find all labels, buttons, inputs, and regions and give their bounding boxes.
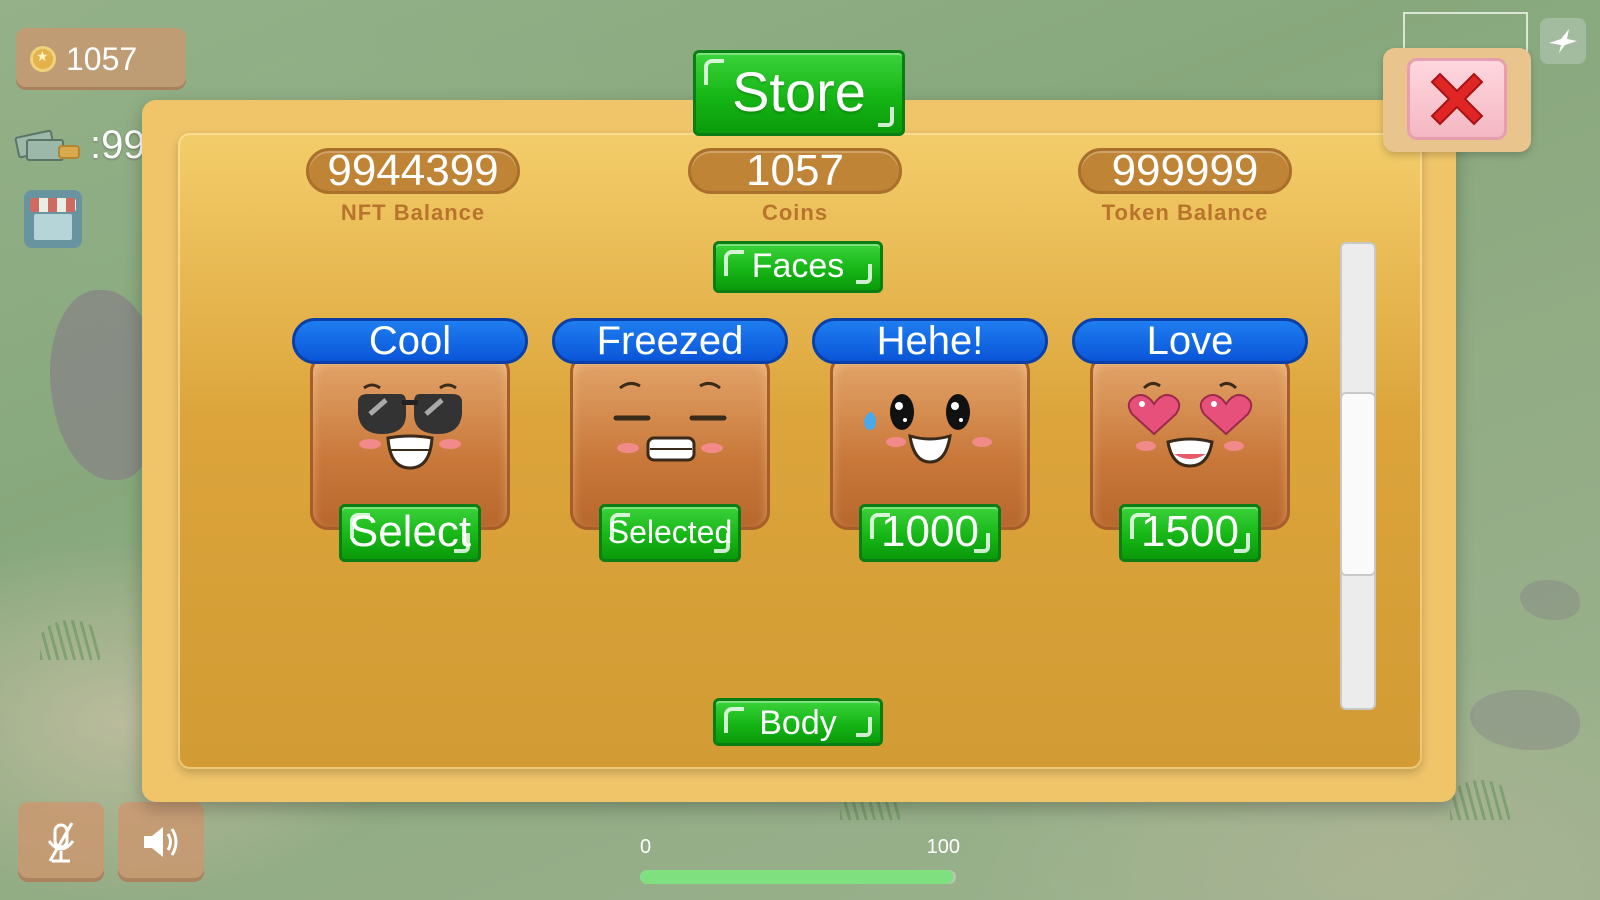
nft-balance: 9944399 NFT Balance xyxy=(306,148,520,226)
nft-balance-label: NFT Balance xyxy=(340,200,486,225)
token-balance-value: 999999 xyxy=(1078,148,1292,194)
hud-coin-value: 1057 xyxy=(66,40,138,77)
face-card-hehe: Hehe! 1000 xyxy=(812,318,1048,564)
face-card-freezed: Freezed Selected xyxy=(552,318,788,564)
face-card-action-button[interactable]: Select xyxy=(339,504,481,562)
face-card-cool: Cool Select xyxy=(292,318,528,564)
progress-min-label: 0 xyxy=(640,836,652,858)
bird-icon[interactable] xyxy=(1540,18,1586,64)
hud-token-counter: :99 xyxy=(14,122,146,168)
face-card-love: Love 1500 xyxy=(1072,318,1308,564)
mic-off-icon xyxy=(47,822,75,863)
speaker-icon xyxy=(144,827,178,857)
token-balance: 999999 Token Balance xyxy=(1078,148,1292,226)
face-card-action-button[interactable]: Selected xyxy=(599,504,741,562)
scrollbar-thumb[interactable] xyxy=(1340,392,1376,576)
close-icon xyxy=(1430,72,1484,126)
grimace-face-icon xyxy=(613,381,727,462)
rock xyxy=(1520,580,1580,620)
progress-track xyxy=(640,870,956,884)
hud-coin-counter: 1057 xyxy=(16,28,186,90)
face-card-title: Freezed xyxy=(552,318,788,364)
store-scrollbar[interactable] xyxy=(1340,242,1376,710)
cash-stack-icon xyxy=(14,127,82,163)
sunglasses-face-icon xyxy=(358,383,462,470)
store-title: Store xyxy=(693,50,905,136)
progress-bar: 0 100 xyxy=(640,836,960,884)
mic-off-button[interactable] xyxy=(18,802,104,882)
face-card-title: Hehe! xyxy=(812,318,1048,364)
face-card-action-button[interactable]: 1000 xyxy=(859,504,1001,562)
hud-token-value: :99 xyxy=(90,122,146,167)
coins-balance-label: Coins xyxy=(761,200,829,225)
face-card-title: Cool xyxy=(292,318,528,364)
coins-balance: 1057 Coins xyxy=(688,148,902,226)
sound-button[interactable] xyxy=(118,802,204,882)
shop-icon[interactable] xyxy=(24,190,82,248)
face-card-action-button[interactable]: 1500 xyxy=(1119,504,1261,562)
coins-balance-value: 1057 xyxy=(688,148,902,194)
progress-fill xyxy=(640,870,953,884)
grass-tuft xyxy=(40,620,100,660)
close-button[interactable] xyxy=(1407,58,1507,140)
progress-max-label: 100 xyxy=(926,836,960,858)
grass-tuft xyxy=(1450,780,1510,820)
token-balance-label: Token Balance xyxy=(1101,200,1269,225)
body-section-button[interactable]: Body xyxy=(713,698,883,746)
nft-balance-value: 9944399 xyxy=(306,148,520,194)
sweat-smile-face-icon xyxy=(864,394,992,464)
faces-section-button[interactable]: Faces xyxy=(713,241,883,293)
coin-icon xyxy=(30,46,56,72)
rock xyxy=(1470,690,1580,750)
face-card-title: Love xyxy=(1072,318,1308,364)
heart-eyes-face-icon xyxy=(1127,381,1253,468)
